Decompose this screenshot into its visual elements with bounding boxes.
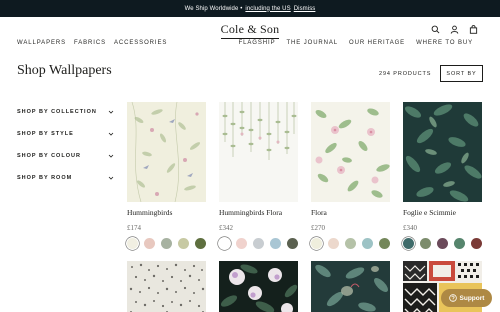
product-price: £174: [127, 224, 141, 232]
nav-wallpapers[interactable]: WALLPAPERS: [17, 40, 66, 46]
filter-shop-by-collection[interactable]: SHOP BY COLLECTION: [17, 101, 114, 123]
product-image[interactable]: [127, 102, 206, 202]
product-name[interactable]: Flora: [311, 208, 390, 219]
colour-swatch[interactable]: [144, 238, 155, 249]
colour-swatches: [127, 238, 206, 249]
colour-swatch[interactable]: [328, 238, 339, 249]
colour-swatch[interactable]: [311, 238, 322, 249]
colour-swatch[interactable]: [270, 238, 281, 249]
product-count: 294 PRODUCTS: [379, 71, 432, 77]
filter-label: SHOP BY ROOM: [17, 175, 73, 181]
support-button[interactable]: Support: [441, 289, 492, 307]
chevron-down-icon: [108, 131, 114, 137]
product-image[interactable]: [127, 261, 206, 312]
product-price: £342: [219, 224, 233, 232]
primary-nav: WALLPAPERS FABRICS ACCESSORIES: [17, 40, 167, 46]
product-price: £270: [311, 224, 325, 232]
nav-where-to-buy[interactable]: WHERE TO BUY: [416, 40, 473, 46]
filter-label: SHOP BY STYLE: [17, 131, 74, 137]
product-card[interactable]: [311, 261, 390, 312]
support-label: Support: [459, 294, 485, 302]
colour-swatch[interactable]: [127, 238, 138, 249]
nav-flagship[interactable]: FLAGSHIP: [239, 40, 276, 46]
product-card[interactable]: [127, 261, 206, 312]
help-icon: [448, 294, 457, 302]
colour-swatches: [219, 238, 298, 249]
filter-shop-by-colour[interactable]: SHOP BY COLOUR: [17, 145, 114, 167]
filter-label: SHOP BY COLLECTION: [17, 109, 97, 115]
nav-fabrics[interactable]: FABRICS: [74, 40, 106, 46]
colour-swatch[interactable]: [471, 238, 482, 249]
product-image[interactable]: [311, 261, 390, 312]
colour-swatch[interactable]: [219, 238, 230, 249]
nav-accessories[interactable]: ACCESSORIES: [114, 40, 167, 46]
colour-swatch[interactable]: [345, 238, 356, 249]
product-card[interactable]: [219, 261, 298, 312]
colour-swatch[interactable]: [236, 238, 247, 249]
account-icon[interactable]: [450, 25, 459, 34]
chevron-down-icon: [108, 109, 114, 115]
colour-swatch[interactable]: [195, 238, 206, 249]
colour-swatch[interactable]: [379, 238, 390, 249]
colour-swatch[interactable]: [253, 238, 264, 249]
filter-label: SHOP BY COLOUR: [17, 153, 81, 159]
product-image[interactable]: [403, 102, 482, 202]
colour-swatch[interactable]: [437, 238, 448, 249]
page-title: Shop Wallpapers: [17, 63, 112, 78]
product-image[interactable]: [219, 261, 298, 312]
product-name[interactable]: Hummingbirds Flora: [219, 208, 298, 219]
product-grid: Hummingbirds £174 Hummingbirds Flora £34…: [127, 102, 482, 312]
announcement-text: We Ship Worldwide •: [184, 5, 243, 12]
chevron-down-icon: [108, 175, 114, 181]
chevron-down-icon: [108, 153, 114, 159]
header-icons: [431, 25, 478, 34]
product-card[interactable]: Foglie e Scimmie £340: [403, 102, 482, 249]
filter-shop-by-style[interactable]: SHOP BY STYLE: [17, 123, 114, 145]
colour-swatch[interactable]: [362, 238, 373, 249]
announcement-link[interactable]: including the US: [245, 6, 290, 12]
colour-swatch[interactable]: [403, 238, 414, 249]
search-icon[interactable]: [431, 25, 440, 34]
bag-icon[interactable]: [469, 25, 478, 34]
filter-shop-by-room[interactable]: SHOP BY ROOM: [17, 167, 114, 189]
colour-swatch[interactable]: [454, 238, 465, 249]
brand-logo[interactable]: Cole & Son: [0, 22, 500, 39]
product-card[interactable]: Hummingbirds £174: [127, 102, 206, 249]
announcement-bar: We Ship Worldwide • including the US Dis…: [0, 0, 500, 17]
product-image[interactable]: [311, 102, 390, 202]
filter-sidebar: SHOP BY COLLECTION SHOP BY STYLE SHOP BY…: [17, 101, 114, 189]
product-image[interactable]: [219, 102, 298, 202]
product-name[interactable]: Foglie e Scimmie: [403, 208, 482, 219]
dismiss-link[interactable]: Dismiss: [294, 6, 316, 12]
sort-by-button[interactable]: SORT BY: [440, 65, 483, 82]
nav-our-heritage[interactable]: OUR HERITAGE: [349, 40, 405, 46]
secondary-nav: FLAGSHIP THE JOURNAL OUR HERITAGE WHERE …: [239, 40, 473, 46]
product-card[interactable]: Hummingbirds Flora £342: [219, 102, 298, 249]
product-card[interactable]: Flora £270: [311, 102, 390, 249]
colour-swatches: [403, 238, 482, 249]
colour-swatch[interactable]: [420, 238, 431, 249]
product-name[interactable]: Hummingbirds: [127, 208, 206, 219]
colour-swatches: [311, 238, 390, 249]
colour-swatch[interactable]: [287, 238, 298, 249]
colour-swatch[interactable]: [178, 238, 189, 249]
product-price: £340: [403, 224, 417, 232]
colour-swatch[interactable]: [161, 238, 172, 249]
nav-the-journal[interactable]: THE JOURNAL: [286, 40, 338, 46]
